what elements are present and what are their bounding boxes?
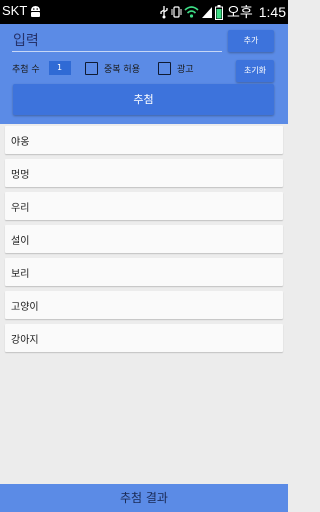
list-item-label: 우리 bbox=[11, 203, 30, 214]
time-period-label: 오후 bbox=[226, 4, 253, 20]
list-item-label: 고양이 bbox=[11, 302, 39, 313]
ad-checkbox[interactable] bbox=[158, 62, 171, 75]
item-input[interactable] bbox=[12, 30, 222, 52]
status-icons: 오후 1:45 bbox=[159, 2, 286, 22]
list-item-label: 보리 bbox=[11, 269, 30, 280]
carrier-label: SKT bbox=[2, 3, 28, 18]
draw-results-button[interactable]: 추첨 결과 bbox=[0, 484, 288, 512]
list-item[interactable]: 야옹 bbox=[5, 126, 283, 154]
reset-button[interactable]: 초기화 bbox=[236, 60, 274, 82]
list-item-label: 설이 bbox=[11, 236, 30, 247]
list-item-label: 멍멍 bbox=[11, 170, 30, 181]
status-bar: SKT 오후 1:45 bbox=[0, 0, 288, 24]
list-item[interactable]: 보리 bbox=[5, 258, 283, 286]
allow-duplicate-checkbox[interactable] bbox=[85, 62, 98, 75]
android-robot-icon bbox=[31, 6, 40, 17]
vibrate-icon bbox=[171, 6, 182, 18]
list-item-label: 강아지 bbox=[11, 335, 39, 346]
usb-icon bbox=[160, 6, 168, 19]
list-item[interactable]: 설이 bbox=[5, 225, 283, 253]
list-item-label: 야옹 bbox=[11, 137, 30, 148]
signal-icon bbox=[201, 7, 212, 18]
clock: 1:45 bbox=[258, 4, 286, 20]
list-item[interactable]: 고양이 bbox=[5, 291, 283, 319]
draw-count-label: 추첨 수 bbox=[12, 65, 40, 75]
wifi-icon bbox=[184, 6, 199, 18]
add-button[interactable]: 추가 bbox=[228, 30, 274, 52]
allow-duplicate-label[interactable]: 중복 허용 bbox=[104, 62, 140, 75]
ad-label[interactable]: 광고 bbox=[177, 62, 194, 75]
item-list: 야옹 멍멍 우리 설이 보리 고양이 강아지 bbox=[5, 126, 283, 357]
list-item[interactable]: 우리 bbox=[5, 192, 283, 220]
list-item[interactable]: 강아지 bbox=[5, 324, 283, 352]
battery-icon bbox=[214, 4, 223, 20]
draw-button[interactable]: 추첨 bbox=[13, 84, 274, 115]
draw-count-input[interactable]: 1 bbox=[49, 61, 71, 75]
control-panel: 추가 추첨 수 1 중복 허용 광고 초기화 추첨 bbox=[0, 24, 288, 124]
list-item[interactable]: 멍멍 bbox=[5, 159, 283, 187]
